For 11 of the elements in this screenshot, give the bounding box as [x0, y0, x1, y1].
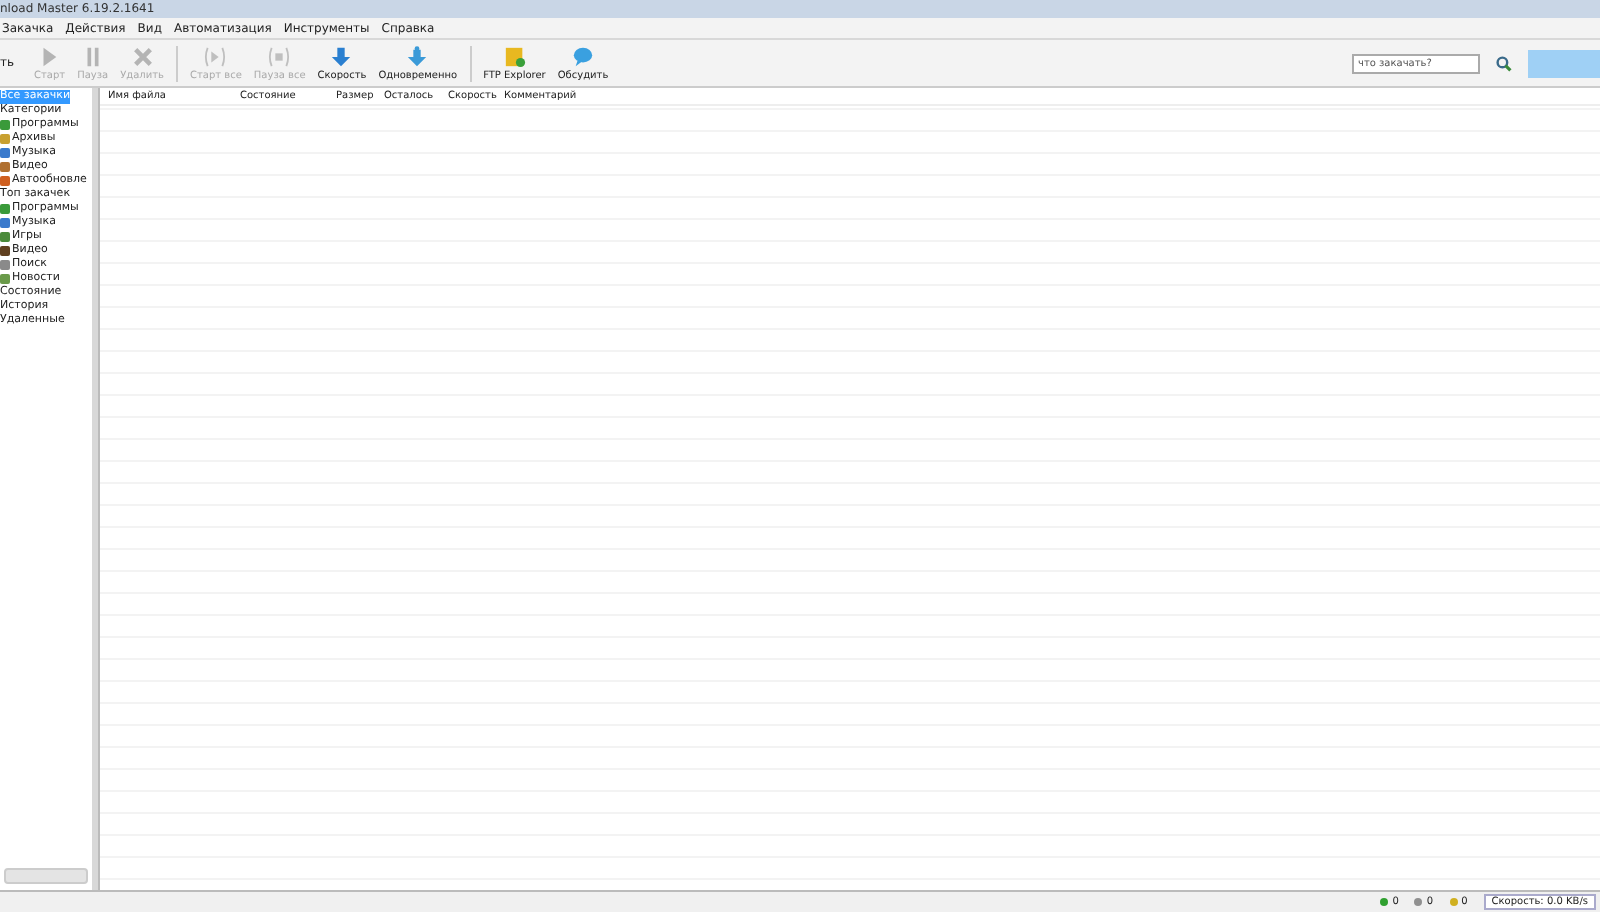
arrow-down-icon [330, 45, 353, 67]
play-icon [38, 45, 61, 67]
scrollbar[interactable] [4, 868, 88, 884]
play-all-icon [204, 45, 227, 67]
arrow-down-icon [406, 45, 429, 67]
delete-icon [131, 45, 154, 67]
banner-placeholder [1528, 49, 1600, 77]
speech-bubble-icon [571, 45, 594, 67]
search-icon[interactable] [1496, 55, 1512, 71]
folder-icon [503, 45, 526, 67]
pause-all-icon [268, 45, 291, 67]
